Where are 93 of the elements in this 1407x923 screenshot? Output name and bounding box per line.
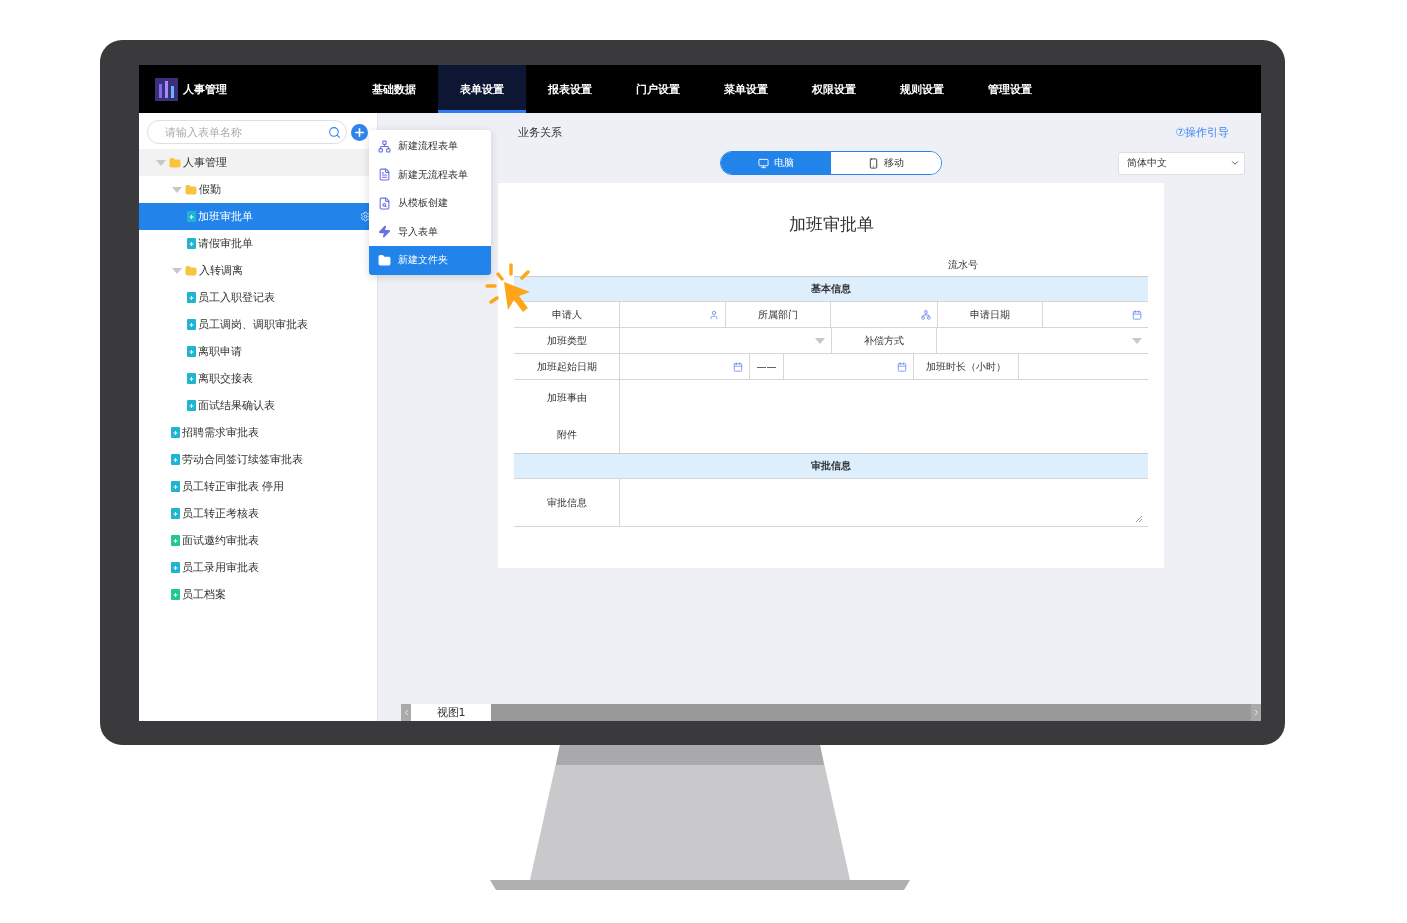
tree-item[interactable]: 面试邀约审批表 xyxy=(139,527,377,554)
tree-label: 请假审批单 xyxy=(198,236,254,251)
nav-tab[interactable]: 表单设置 xyxy=(438,65,526,113)
folder-icon xyxy=(169,156,181,169)
caret-icon[interactable] xyxy=(155,158,167,167)
section-header: 审批信息 xyxy=(514,453,1148,478)
menu-item[interactable]: 导入表单 xyxy=(369,217,491,246)
tree-label: 假勤 xyxy=(199,182,222,197)
tree-label: 招聘需求审批表 xyxy=(182,425,260,440)
dropdown-icon xyxy=(1132,337,1142,344)
tree-label: 劳动合同签订续签审批表 xyxy=(182,452,304,467)
field-label: 补偿方式 xyxy=(831,328,936,353)
file-search-icon xyxy=(378,196,391,210)
tree-item[interactable]: 员工转正审批表 停用 xyxy=(139,473,377,500)
tree-item[interactable]: 员工档案 xyxy=(139,581,377,608)
form-title: 加班审批单 xyxy=(787,213,875,236)
folder-icon xyxy=(185,264,197,277)
tree-label: 面试邀约审批表 xyxy=(182,533,260,548)
folder-icon xyxy=(185,183,197,196)
app-title: 人事管理 xyxy=(183,81,227,97)
tree-item[interactable]: 员工调岗、调职审批表 xyxy=(139,311,377,338)
scroll-left-button[interactable] xyxy=(401,704,411,721)
nav-tab[interactable]: 菜单设置 xyxy=(702,65,790,113)
range-separator: —— xyxy=(756,361,777,372)
document-icon xyxy=(378,168,391,182)
tree-item[interactable]: 离职申请 xyxy=(139,338,377,365)
field-label: 附件 xyxy=(556,427,577,442)
tree-label: 加班审批单 xyxy=(198,209,254,224)
field-label: 加班时长（小时） xyxy=(913,354,1018,379)
phone-icon xyxy=(868,157,879,169)
search-icon xyxy=(328,125,341,139)
tree-label: 面试结果确认表 xyxy=(198,398,276,413)
chevron-down-icon xyxy=(1230,158,1240,168)
language-select[interactable]: 简体中文 xyxy=(1118,151,1245,175)
tree-label: 员工档案 xyxy=(182,587,227,602)
menu-item[interactable]: 新建文件夹 xyxy=(369,246,491,275)
logo-icon xyxy=(155,77,178,101)
caret-icon[interactable] xyxy=(171,185,183,194)
menu-item[interactable]: 新建无流程表单 xyxy=(369,160,491,189)
nav-tab[interactable]: 基础数据 xyxy=(350,65,438,113)
field-label: 加班事由 xyxy=(546,391,587,406)
tree-item[interactable]: 离职交接表 xyxy=(139,365,377,392)
section-header: 基本信息 xyxy=(514,276,1148,301)
field-label: 申请人 xyxy=(550,307,583,322)
scroll-right-button[interactable] xyxy=(1251,704,1261,721)
nav-tab[interactable]: 门户设置 xyxy=(614,65,702,113)
view-toggle-button[interactable]: 电脑 xyxy=(721,152,831,174)
tree-label: 员工转正审批表 停用 xyxy=(182,479,286,494)
resize-handle-icon[interactable] xyxy=(1135,515,1142,522)
monitor-icon xyxy=(758,157,769,169)
dropdown-icon xyxy=(815,337,825,344)
tree-label: 离职交接表 xyxy=(198,371,254,386)
tree-label: 入转调离 xyxy=(199,263,244,278)
view-toggle-button[interactable]: 移动 xyxy=(831,152,941,174)
tree-label: 员工调岗、调职审批表 xyxy=(198,317,309,332)
sheet-tab[interactable]: 视图1 xyxy=(411,704,491,721)
add-button[interactable] xyxy=(351,123,368,141)
plus-icon xyxy=(353,125,366,139)
tree-item[interactable]: 劳动合同签订续签审批表 xyxy=(139,446,377,473)
calendar-icon xyxy=(1132,309,1142,320)
field-label: 审批信息 xyxy=(545,495,588,510)
calendar-icon xyxy=(733,361,743,372)
tree-item[interactable]: 员工转正考核表 xyxy=(139,500,377,527)
folder-icon xyxy=(378,253,391,267)
tree-label: 员工入职登记表 xyxy=(198,290,276,305)
search-input[interactable]: 请输入表单名称 xyxy=(163,125,328,139)
serial-label: 流水号 xyxy=(948,259,978,270)
field-label: 申请日期 xyxy=(936,302,1042,327)
field-label: 加班类型 xyxy=(545,333,588,348)
menu-item[interactable]: 新建流程表单 xyxy=(369,132,491,161)
lightning-icon xyxy=(378,225,391,239)
tree-label: 离职申请 xyxy=(198,344,243,359)
calendar-icon xyxy=(897,361,907,372)
nav-tab[interactable]: 权限设置 xyxy=(790,65,878,113)
flow-icon xyxy=(378,139,391,153)
caret-icon[interactable] xyxy=(171,266,183,275)
nav-tab[interactable]: 规则设置 xyxy=(878,65,966,113)
field-label: 加班起始日期 xyxy=(535,359,598,374)
user-icon xyxy=(709,309,720,320)
tree-label: 员工录用审批表 xyxy=(182,560,260,575)
menu-item[interactable]: 从模板创建 xyxy=(369,189,491,218)
settings-icon[interactable] xyxy=(360,211,371,222)
department-icon xyxy=(920,309,931,320)
nav-tab[interactable]: 管理设置 xyxy=(966,65,1054,113)
tree-item[interactable]: 招聘需求审批表 xyxy=(139,419,377,446)
field-label: 所属部门 xyxy=(725,302,831,327)
tree-item[interactable]: 员工录用审批表 xyxy=(139,554,377,581)
tree-label: 员工转正考核表 xyxy=(182,506,260,521)
tree-item[interactable]: 员工入职登记表 xyxy=(139,284,377,311)
tab[interactable]: 业务关系 xyxy=(518,124,1176,140)
tree-item[interactable]: 面试结果确认表 xyxy=(139,392,377,419)
nav-tab[interactable]: 报表设置 xyxy=(526,65,614,113)
tree-label: 人事管理 xyxy=(183,155,228,170)
